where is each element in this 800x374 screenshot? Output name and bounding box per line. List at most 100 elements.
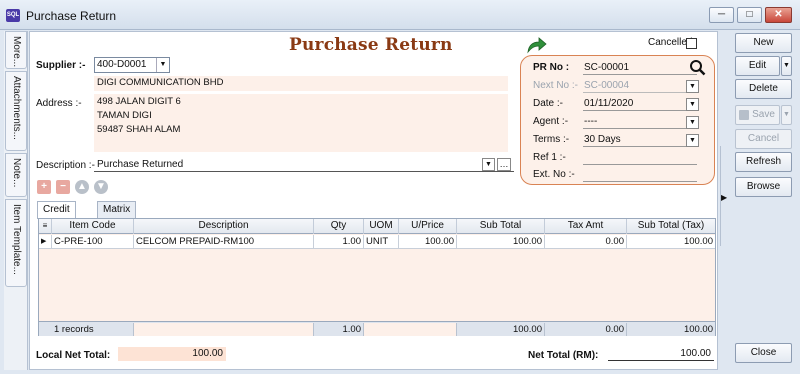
col-uprice[interactable]: U/Price [399,219,457,234]
ext-no-field[interactable] [583,168,697,182]
ref1-field[interactable] [583,151,697,165]
net-total-value: 100.00 [608,347,714,361]
cell-qty[interactable]: 1.00 [314,235,364,249]
cell-sub-total-tax[interactable]: 100.00 [627,235,715,249]
side-tab-more[interactable]: More... [5,31,27,69]
supplier-code-combo[interactable]: 400-D0001 ▼ [94,57,170,73]
refresh-button[interactable]: Refresh [735,152,792,172]
close-button[interactable]: Close [735,343,792,363]
col-sub-total[interactable]: Sub Total [457,219,545,234]
col-qty[interactable]: Qty [314,219,364,234]
side-tab-label: Item Template... [11,204,22,275]
ext-no-label: Ext. No :- [533,169,575,180]
pr-no-field[interactable]: SC-00001 [583,61,697,75]
table-row[interactable]: ▶ C-PRE-100 CELCOM PREPAID-RM100 1.00 UN… [39,235,715,249]
cell-item-code[interactable]: C-PRE-100 [52,235,134,249]
local-net-total-value: 100.00 [118,347,226,361]
save-button[interactable]: Save [735,105,780,125]
move-down-icon[interactable]: ▼ [94,180,108,194]
chevron-down-icon[interactable]: ▼ [156,58,169,72]
supplier-name-field[interactable]: DIGI COMMUNICATION BHD [94,76,508,91]
footer-blank [134,323,314,336]
new-button[interactable]: New [735,33,792,53]
chevron-right-icon[interactable]: ▶ [721,193,727,202]
tab-credit-note[interactable]: Credit Note [37,201,76,231]
ref1-label: Ref 1 :- [533,152,566,163]
cancelled-checkbox[interactable] [686,38,697,49]
form-heading: Purchase Return [289,35,453,55]
move-up-icon[interactable]: ▲ [75,180,89,194]
cell-sub-total[interactable]: 100.00 [457,235,545,249]
agent-dropdown-icon[interactable]: ▼ [686,116,699,129]
agent-label: Agent :- [533,116,569,127]
col-description[interactable]: Description [134,219,314,234]
pr-details-box: PR No : SC-00001 Next No :- SC-00004 ▼ D… [520,55,715,185]
col-uom[interactable]: UOM [364,219,399,234]
terms-dropdown-icon[interactable]: ▼ [686,134,699,147]
address-line-3: 59487 SHAH ALAM [97,124,181,135]
edit-dropdown-icon[interactable]: ▼ [781,56,792,76]
save-label: Save [752,109,775,120]
side-tab-note[interactable]: Note... [5,153,27,197]
address-field[interactable]: 498 JALAN DIGIT 6 TAMAN DIGI 59487 SHAH … [94,94,508,152]
grid-menu-icon[interactable]: ≡ [39,219,52,234]
forward-arrow-icon[interactable] [526,36,548,54]
date-dropdown-icon[interactable]: ▼ [686,98,699,111]
delete-button[interactable]: Delete [735,79,792,99]
col-sub-total-tax[interactable]: Sub Total (Tax) [627,219,715,234]
row-indicator-icon: ▶ [39,235,52,249]
main-form-panel: Purchase Return Cancelled Supplier :- 40… [29,31,718,370]
supplier-label: Supplier :- [36,60,86,71]
description-label: Description :- [36,160,95,171]
description-dropdown-icon[interactable]: ▼ [482,158,495,171]
address-line-1: 498 JALAN DIGIT 6 [97,96,181,107]
footer-sub-total-tax: 100.00 [683,324,713,335]
address-line-2: TAMAN DIGI [97,110,152,121]
window-title: Purchase Return [26,9,117,23]
side-tab-label: More... [11,36,22,68]
save-disk-icon [739,110,749,120]
footer-blank [364,323,457,336]
date-label: Date :- [533,98,564,109]
next-no-label: Next No :- [533,80,579,91]
footer-qty: 1.00 [314,323,364,336]
side-tab-item-template[interactable]: Item Template... [5,199,27,287]
search-icon[interactable] [689,59,706,76]
local-net-total-label: Local Net Total: [36,350,111,361]
pr-no-label: PR No : [533,62,570,73]
next-no-dropdown-icon[interactable]: ▼ [686,80,699,93]
app-icon: SQL [6,9,20,22]
description-more-icon[interactable]: … [497,158,511,171]
cell-uprice[interactable]: 100.00 [399,235,457,249]
close-window-button[interactable]: ✕ [765,7,792,23]
grid-header: ≡ Item Code Description Qty UOM U/Price … [39,219,715,234]
maximize-button[interactable]: □ [737,7,762,23]
side-tab-attachments[interactable]: Attachments... [5,71,27,151]
tab-matrix[interactable]: Matrix [97,201,137,218]
side-tab-label: Note... [11,158,22,188]
description-value: Purchase Returned [97,159,184,170]
col-tax-amt[interactable]: Tax Amt [545,219,627,234]
col-item-code[interactable]: Item Code [52,219,134,234]
save-dropdown-icon[interactable]: ▼ [781,105,792,125]
side-tab-label: Attachments... [11,76,22,140]
address-label: Address :- [36,98,82,109]
add-row-icon[interactable]: + [37,180,51,194]
remove-row-icon[interactable]: − [56,180,70,194]
window-titlebar: SQL Purchase Return ─ □ ✕ [0,0,800,30]
footer-record-count: 1 records [52,323,134,336]
minimize-button[interactable]: ─ [709,7,734,23]
browse-button[interactable]: Browse [735,177,792,197]
agent-field[interactable]: ---- [583,115,697,129]
terms-label: Terms :- [533,134,570,145]
edit-button[interactable]: Edit [735,56,780,76]
terms-field[interactable]: 30 Days [583,133,697,147]
date-field[interactable]: 01/11/2020 [583,97,697,111]
cell-uom[interactable]: UNIT [364,235,399,249]
description-field[interactable]: Purchase Returned [94,158,514,172]
cancel-button[interactable]: Cancel [735,129,792,149]
cell-description[interactable]: CELCOM PREPAID-RM100 [134,235,314,249]
grid-footer: 1 records 1.00 100.00 0.00 100.00 [39,321,715,336]
net-total-label: Net Total (RM): [528,350,599,361]
cell-tax-amt[interactable]: 0.00 [545,235,627,249]
